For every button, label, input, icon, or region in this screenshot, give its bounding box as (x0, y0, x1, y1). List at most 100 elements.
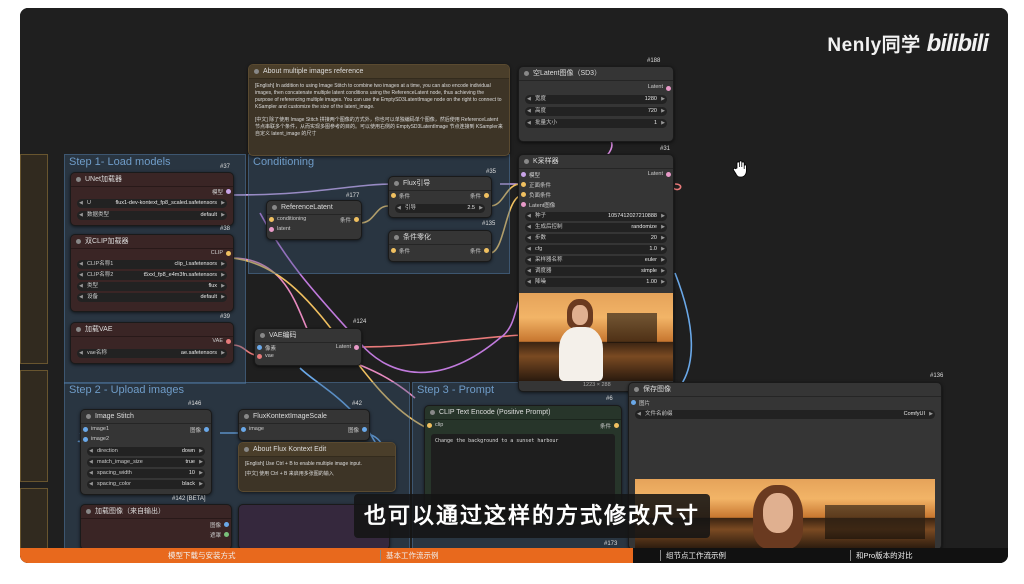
dualclip-title: 双CLIP加载器 (71, 235, 233, 249)
widget-unet-name[interactable]: Uflux1-dev-kontext_fp8_scaled.safetensor… (77, 199, 227, 208)
chapter-4[interactable]: 和Pro版本的对比 (856, 548, 913, 563)
unet-out: 模型 (211, 190, 223, 196)
widget-width[interactable]: 宽度1280 (525, 95, 667, 104)
widget-sampler[interactable]: 采样器名称euler (525, 256, 667, 265)
image-stitch-in2-dot[interactable] (83, 437, 88, 442)
note-multiple-images[interactable]: About multiple images reference [English… (248, 64, 510, 156)
node-flux-kontext-scale[interactable]: FluxKontextImageScale image 图像 (238, 409, 370, 441)
dualclip-out-dot[interactable] (226, 251, 231, 256)
load-image-out-image-dot[interactable] (224, 522, 229, 527)
flux-guide-out: 条件 (469, 194, 481, 200)
cond-zero-id: #135 (482, 221, 496, 227)
widget-guidance[interactable]: 引导2.5 (395, 204, 485, 213)
about-flux-en: [English] Use Ctrl + B to enable multipl… (245, 461, 362, 467)
vae-encode-in2-dot[interactable] (257, 354, 262, 359)
ref-latent-out-dot[interactable] (354, 217, 359, 222)
widget-filename-prefix[interactable]: 文件名前缀ComfyUI (635, 410, 935, 419)
widget-clip1[interactable]: CLIP名称1clip_l.safetensors (77, 260, 227, 269)
widget-height[interactable]: 高度720 (525, 107, 667, 116)
widget-clip-device[interactable]: 设备default (77, 293, 227, 302)
flux-scale-in: image (249, 426, 264, 432)
node-vae-loader[interactable]: 加载VAE VAE vae名称ae.safetensors (70, 322, 234, 364)
group-step2-title: Step 2 - Upload images (69, 384, 184, 396)
flux-scale-in-dot[interactable] (241, 427, 246, 432)
unet-title: UNet加载器 (71, 173, 233, 187)
node-vae-encode[interactable]: VAE编码 像素 vae Latent (254, 328, 362, 366)
ref-latent-in1-dot[interactable] (269, 217, 274, 222)
save-image-in: 图片 (639, 401, 651, 407)
widget-spacing-width[interactable]: spacing_width10 (87, 469, 205, 478)
widget-denoise[interactable]: 降噪1.00 (525, 278, 667, 287)
ksampler-in-pos-dot[interactable] (521, 182, 526, 187)
group-step1-title: Step 1- Load models (69, 156, 171, 168)
empty-latent-out: Latent (647, 84, 663, 90)
bilibili-watermark: Nenly同学 bilibili (827, 30, 989, 58)
node-173-id: #173 (604, 541, 618, 547)
vae-out-dot[interactable] (226, 339, 231, 344)
unet-out-dot[interactable] (226, 189, 231, 194)
widget-batch-size[interactable]: 批量大小1 (525, 119, 667, 128)
node-load-image-output[interactable]: 加载图像（来自输出） 图像 遮罩 (80, 504, 232, 550)
node-flux-guidance[interactable]: Flux引导 条件 条件 引导2.5 (388, 176, 492, 218)
node-ksampler[interactable]: K采样器 模型 正面条件 负面条件 Latent图像 Latent 种子1057… (518, 154, 674, 392)
node-empty-latent[interactable]: 空Latent图像（SD3） Latent 宽度1280 高度720 批量大小1 (518, 66, 674, 142)
image-stitch-out-dot[interactable] (204, 427, 209, 432)
chapter-3[interactable]: 组节点工作流示例 (666, 548, 726, 563)
harbour-skyline (607, 313, 657, 343)
cond-zero-in-dot[interactable] (391, 248, 396, 253)
comfyui-canvas[interactable]: Step 1- Load models Conditioning Step 2 … (20, 8, 1008, 550)
ref-latent-id: #177 (346, 193, 360, 199)
chapter-1[interactable]: 模型下载与安装方式 (168, 548, 236, 563)
video-frame: Step 1- Load models Conditioning Step 2 … (20, 8, 1008, 563)
node-image-stitch[interactable]: Image Stitch image1 image2 图像 directiond… (80, 409, 212, 495)
clip-encode-in: clip (435, 422, 444, 428)
ksampler-out-dot[interactable] (666, 172, 671, 177)
widget-unet-dtype[interactable]: 数据类型default (77, 211, 227, 220)
ksampler-in-model-dot[interactable] (521, 172, 526, 177)
widget-cfg[interactable]: cfg1.0 (525, 245, 667, 254)
cond-zero-in: 条件 (399, 249, 411, 255)
save-image-title: 保存图像 (629, 383, 941, 397)
widget-scheduler[interactable]: 调度器simple (525, 267, 667, 276)
flux-scale-out-dot[interactable] (362, 427, 367, 432)
widget-control-after[interactable]: 生成后控制randomize (525, 223, 667, 232)
widget-steps[interactable]: 步数20 (525, 234, 667, 243)
portrait-shirt (559, 327, 603, 381)
image-stitch-in1-dot[interactable] (83, 427, 88, 432)
empty-latent-out-dot[interactable] (666, 86, 671, 91)
save-image-id: #136 (930, 373, 944, 379)
node-conditioning-zero[interactable]: 条件零化 条件 条件 (388, 230, 492, 262)
link-latent-out (672, 183, 682, 191)
ref-latent-in2-dot[interactable] (269, 227, 274, 232)
flux-guide-out-dot[interactable] (484, 193, 489, 198)
vae-encode-in1-dot[interactable] (257, 345, 262, 350)
node-reference-latent[interactable]: ReferenceLatent conditioning latent 条件 (266, 200, 362, 240)
widget-clip2[interactable]: CLIP名称2t5xxl_fp8_e4m3fn.safetensors (77, 271, 227, 280)
widget-seed[interactable]: 种子1057412027210888 (525, 212, 667, 221)
empty-latent-id: #188 (647, 58, 661, 64)
node-unet-loader[interactable]: UNet加载器 模型 Uflux1-dev-kontext_fp8_scaled… (70, 172, 234, 226)
vae-encode-out-dot[interactable] (354, 345, 359, 350)
note-about-flux-kontext[interactable]: About Flux Kontext Edit [English] Use Ct… (238, 442, 396, 492)
clip-encode-in-dot[interactable] (427, 423, 432, 428)
dualclip-out: CLIP (210, 250, 223, 256)
chapter-progress-bar[interactable]: 模型下载与安装方式 基本工作流示例 组节点工作流示例 和Pro版本的对比 (20, 548, 1008, 563)
video-subtitle: 也可以通过这样的方式修改尺寸 (354, 494, 710, 538)
ksampler-in-neg-dot[interactable] (521, 192, 526, 197)
widget-match-size[interactable]: match_image_sizetrue (87, 458, 205, 467)
load-image-out-mask-dot[interactable] (224, 532, 229, 537)
chapter-2[interactable]: 基本工作流示例 (386, 548, 439, 563)
cond-zero-out-dot[interactable] (484, 248, 489, 253)
flux-guide-title: Flux引导 (389, 177, 491, 191)
flux-guide-in-dot[interactable] (391, 193, 396, 198)
widget-vae-name[interactable]: vae名称ae.safetensors (77, 349, 227, 358)
node-dualclip-loader[interactable]: 双CLIP加载器 CLIP CLIP名称1clip_l.safetensors … (70, 234, 234, 312)
ref-latent-in-conditioning: conditioning (277, 216, 307, 222)
portrait-face (572, 305, 588, 325)
save-image-in-dot[interactable] (631, 400, 636, 405)
widget-spacing-color[interactable]: spacing_colorblack (87, 480, 205, 489)
widget-direction[interactable]: directiondown (87, 447, 205, 456)
widget-clip-type[interactable]: 类型flux (77, 282, 227, 291)
ksampler-in-latent-dot[interactable] (521, 202, 526, 207)
clip-encode-out-dot[interactable] (614, 423, 619, 428)
